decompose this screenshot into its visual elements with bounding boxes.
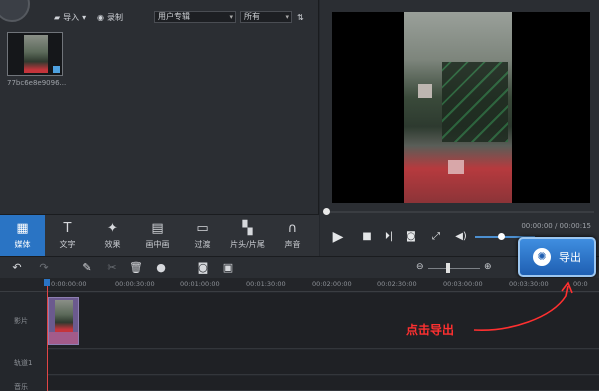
- ruler-tick: 00:00:30:00: [115, 280, 155, 288]
- tool-intro-outro[interactable]: ▚ 片头/片尾: [225, 215, 270, 257]
- redo-icon[interactable]: ↷: [37, 261, 51, 275]
- timeline-ruler[interactable]: 0:00:00:00 00:00:30:00 00:01:00:00 00:01…: [0, 278, 599, 292]
- tool-transition[interactable]: ▭ 过渡: [180, 215, 225, 257]
- volume-icon[interactable]: ◀): [454, 230, 468, 244]
- media-item-name: 77bc6e8e9096...: [7, 79, 67, 87]
- tool-text[interactable]: T 文字: [45, 215, 90, 257]
- import-button[interactable]: ▰ 导入 ▾: [54, 11, 86, 23]
- playhead-handle[interactable]: [44, 279, 50, 286]
- video-track[interactable]: [47, 293, 599, 349]
- transition-icon: ▭: [196, 221, 209, 236]
- tool-media[interactable]: ▦ 媒体: [0, 215, 45, 257]
- fullscreen-toggle-icon[interactable]: ⤢: [429, 230, 443, 244]
- filter-select[interactable]: 所有 ▾: [240, 11, 292, 23]
- time-readout: 00:00:00 / 00:00:15: [521, 222, 591, 230]
- overlay-track-label: 轨道1: [14, 359, 33, 367]
- tool-effects-label: 效果: [104, 240, 121, 249]
- chevron-down-icon: ▾: [229, 13, 233, 21]
- ruler-tick: 00:03:30:00: [509, 280, 549, 288]
- tool-media-label: 媒体: [14, 240, 31, 249]
- tool-intro-outro-label: 片头/片尾: [230, 240, 265, 249]
- film-reel-icon: ✺: [533, 248, 551, 266]
- video-preview: [332, 12, 590, 203]
- tool-effects[interactable]: ✦ 效果: [90, 215, 135, 257]
- tool-transition-label: 过渡: [194, 240, 211, 249]
- export-button[interactable]: ✺ 导出: [518, 237, 596, 277]
- tool-pip-label: 画中画: [145, 240, 170, 249]
- text-icon: T: [63, 221, 72, 236]
- timeline-toolbar: ↶ ↷ ✎ ✂ 🗑 ● ◙ ▣ ⊖ ⊕: [0, 256, 599, 278]
- video-editor-window: ▰ 导入 ▾ ◉ 录制 用户专辑 ▾ 所有 ▾ ⇅ 77bc6e8e9096..…: [0, 0, 599, 391]
- chevron-down-icon: ▾: [285, 13, 289, 21]
- stop-icon[interactable]: ■: [360, 230, 374, 244]
- ruler-tick: 00:01:00:00: [180, 280, 220, 288]
- video-thumbnail-image: [24, 35, 48, 73]
- clip-thumbnail: [55, 300, 73, 332]
- export-label: 导出: [559, 251, 581, 264]
- overlay-track[interactable]: [47, 350, 599, 375]
- ruler-tick: 00:03:00:00: [443, 280, 483, 288]
- clapper-icon: ▚: [242, 221, 253, 236]
- ruler-tick: 00:02:30:00: [377, 280, 417, 288]
- ruler-tick: 00:02:00:00: [312, 280, 352, 288]
- sort-icon: ⇅: [297, 12, 304, 22]
- snapshot-icon[interactable]: ◙: [404, 230, 418, 244]
- seek-handle[interactable]: [323, 208, 330, 215]
- media-toolbar: ▰ 导入 ▾ ◉ 录制 用户专辑 ▾ 所有 ▾ ⇅: [0, 8, 319, 26]
- cut-icon[interactable]: ✂: [105, 261, 119, 275]
- annotation-label: 点击导出: [406, 323, 455, 337]
- media-item-thumbnail[interactable]: [7, 32, 63, 76]
- undo-icon[interactable]: ↶: [10, 261, 24, 275]
- next-frame-icon[interactable]: ⏵|: [382, 230, 396, 244]
- media-icon: ▦: [16, 221, 29, 236]
- record-icon: ◉: [97, 12, 104, 22]
- ruler-tick: 00:01:30:00: [246, 280, 286, 288]
- folder-icon: ▰: [54, 12, 61, 22]
- zoom-in-icon[interactable]: ⊕: [484, 262, 492, 272]
- pip-icon: ▤: [151, 221, 164, 236]
- music-track-label: 音乐: [14, 383, 28, 391]
- video-frame-detail: [442, 62, 508, 142]
- ruler-tick: 00:0: [573, 280, 588, 288]
- music-track[interactable]: [47, 376, 599, 391]
- record-button[interactable]: ◉ 录制: [97, 11, 123, 23]
- chevron-down-icon: ▾: [82, 12, 87, 22]
- timeline-clip[interactable]: [48, 297, 79, 345]
- tool-sound-label: 声音: [284, 240, 301, 249]
- sort-button[interactable]: ⇅: [297, 11, 304, 23]
- edit-icon[interactable]: ✎: [80, 261, 94, 275]
- category-select-value: 用户专辑: [158, 12, 190, 21]
- tool-text-label: 文字: [59, 240, 76, 249]
- snapshot-icon[interactable]: ◙: [196, 261, 210, 275]
- zoom-out-icon[interactable]: ⊖: [416, 262, 424, 272]
- seek-bar[interactable]: [326, 211, 594, 213]
- filter-select-value: 所有: [244, 12, 260, 21]
- clip-audio-bar: [49, 332, 78, 344]
- headphones-icon: ∩: [287, 221, 298, 236]
- media-library-panel: ▰ 导入 ▾ ◉ 录制 用户专辑 ▾ 所有 ▾ ⇅ 77bc6e8e9096..…: [0, 0, 319, 214]
- video-track-label: 影片: [14, 317, 28, 325]
- pixelated-area: [418, 84, 432, 98]
- tools-bar: ▦ 媒体 T 文字 ✦ 效果 ▤ 画中画 ▭ 过渡 ▚ 片头/片尾 ∩ 声音: [0, 214, 319, 257]
- tool-sound[interactable]: ∩ 声音: [270, 215, 315, 257]
- play-icon[interactable]: ▶: [331, 230, 345, 244]
- volume-handle[interactable]: [498, 233, 505, 240]
- playhead-line[interactable]: [47, 279, 48, 391]
- category-select[interactable]: 用户专辑 ▾: [154, 11, 236, 23]
- tool-pip[interactable]: ▤ 画中画: [135, 215, 180, 257]
- ruler-tick: 0:00:00:00: [51, 280, 87, 288]
- preview-panel: 00:00:00 / 00:00:15 ▶ ■ ⏵| ◙ ⤢ ◀): [320, 0, 599, 256]
- microphone-icon[interactable]: ●: [154, 261, 168, 275]
- import-label: 导入: [63, 12, 80, 22]
- effects-wand-icon: ✦: [107, 221, 118, 236]
- zoom-handle[interactable]: [446, 263, 450, 273]
- pixelated-area: [448, 160, 464, 174]
- delete-icon[interactable]: 🗑: [129, 261, 143, 275]
- video-frame-image: [404, 12, 512, 203]
- zoom-slider[interactable]: [428, 268, 480, 269]
- checked-icon: [53, 66, 60, 73]
- settings-icon[interactable]: ▣: [221, 261, 235, 275]
- record-label: 录制: [106, 12, 123, 22]
